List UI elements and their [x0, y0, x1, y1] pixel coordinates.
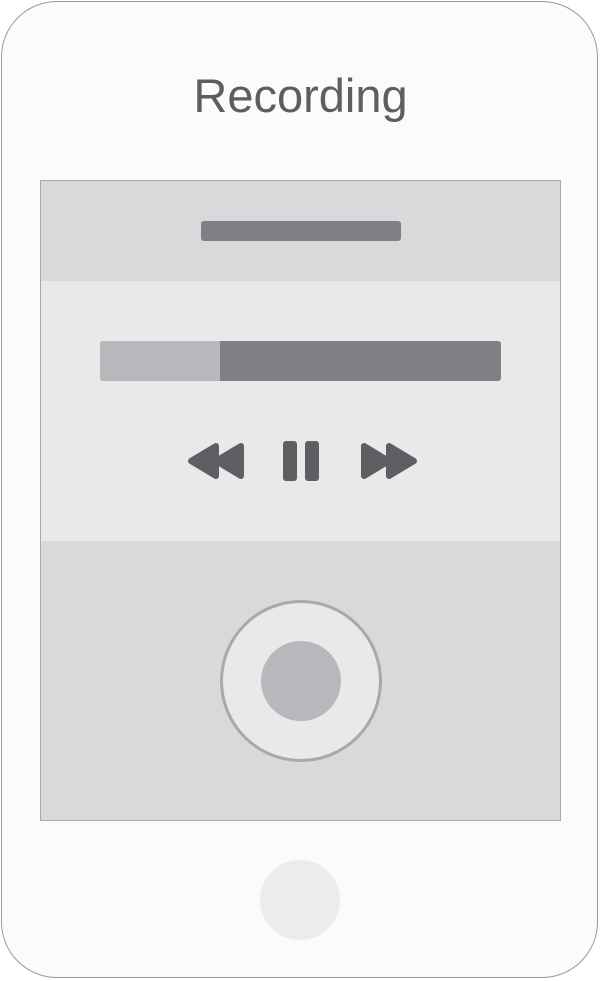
record-button[interactable] [220, 600, 382, 762]
fast-forward-icon [361, 443, 417, 479]
pause-icon [283, 441, 319, 481]
rewind-button[interactable] [186, 441, 248, 481]
player-panel [41, 281, 560, 541]
track-title-placeholder [201, 221, 401, 241]
progress-fill [100, 341, 221, 381]
track-header [41, 181, 560, 281]
rewind-icon [188, 443, 244, 479]
page-title: Recording [193, 69, 408, 122]
progress-bar[interactable] [100, 341, 501, 381]
record-area [41, 541, 560, 820]
screen [40, 180, 561, 821]
home-button[interactable] [260, 860, 340, 940]
record-icon [261, 641, 341, 721]
fast-forward-button[interactable] [359, 441, 421, 481]
pause-button[interactable] [281, 441, 323, 481]
